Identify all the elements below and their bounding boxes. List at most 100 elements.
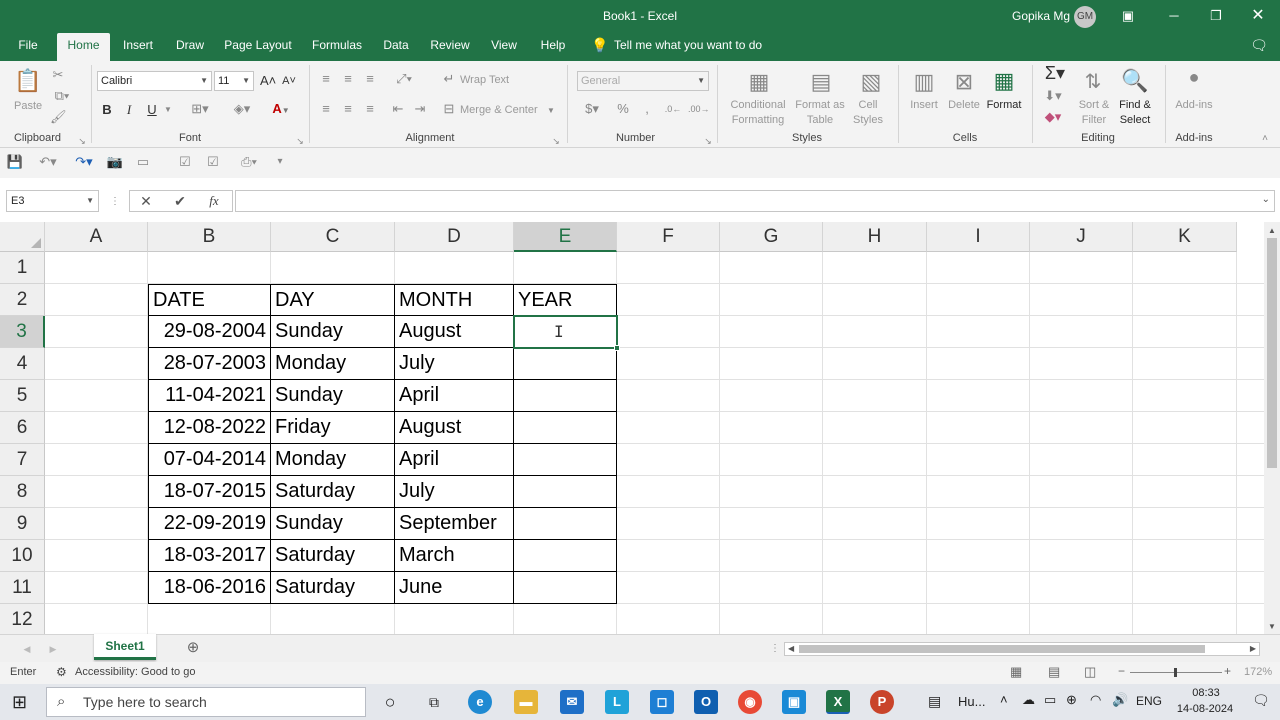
fill-color-icon[interactable]: ◈▾ <box>230 101 254 117</box>
weather-icon[interactable]: ▤ <box>928 693 941 710</box>
collapse-ribbon-icon[interactable]: ˄ <box>1258 131 1272 147</box>
column-header[interactable]: K <box>1133 222 1237 252</box>
column-header[interactable]: G <box>720 222 823 252</box>
tab-home[interactable]: Home <box>57 33 110 61</box>
zoom-out-icon[interactable]: − <box>1118 664 1125 678</box>
format-as-table-line2[interactable]: Table <box>792 114 848 126</box>
print-icon[interactable]: ⎙▾ <box>234 154 264 170</box>
row-header[interactable]: 1 <box>0 252 45 284</box>
tab-review[interactable]: Review <box>426 33 474 61</box>
cell-styles-icon[interactable]: ▧ <box>856 67 886 97</box>
zoom-in-icon[interactable]: + <box>1224 664 1231 678</box>
copy-icon[interactable]: ⧉▾ <box>50 88 74 104</box>
scroll-right-icon[interactable]: ▶ <box>1250 643 1256 655</box>
camera-icon[interactable]: 📷 <box>106 154 124 170</box>
sheet-tab-sheet1[interactable]: Sheet1 <box>94 634 156 660</box>
table-cell[interactable]: Monday <box>271 444 395 476</box>
comma-icon[interactable]: , <box>640 101 654 117</box>
wrap-text-button[interactable]: Wrap Text <box>460 74 509 86</box>
borders-icon[interactable]: ⊞▾ <box>188 101 212 117</box>
table-cell[interactable]: 22-09-2019 <box>148 508 271 540</box>
merge-center-icon[interactable]: ⊟ <box>442 101 456 117</box>
table-cell[interactable] <box>514 572 617 604</box>
table-cell[interactable] <box>514 476 617 508</box>
row-header[interactable]: 4 <box>0 348 45 380</box>
fill-icon[interactable]: ⬇▾ <box>1040 88 1066 104</box>
column-header[interactable]: C <box>271 222 395 252</box>
format-painter-icon[interactable]: 🖌 <box>50 109 67 125</box>
merge-center-button[interactable]: Merge & Center <box>460 104 538 116</box>
insert-cells-button[interactable]: Insert <box>904 99 944 111</box>
active-cell-selection[interactable] <box>513 315 618 349</box>
table-cell[interactable] <box>514 508 617 540</box>
windows-start-icon[interactable]: ⊞ <box>12 692 27 712</box>
table-cell[interactable]: September <box>395 508 514 540</box>
redo-icon[interactable]: ↷▾ <box>70 154 98 170</box>
row-header[interactable]: 3 <box>0 316 45 348</box>
comments-icon[interactable]: 🗨 <box>1248 33 1270 61</box>
chrome-icon[interactable]: ◉ <box>738 690 762 714</box>
prev-sheet-icon[interactable]: ◀ <box>22 641 32 657</box>
format-cells-button[interactable]: Format <box>984 99 1024 111</box>
paste-icon[interactable]: 📋 <box>14 67 42 95</box>
page-layout-view-icon[interactable]: ▤ <box>1048 664 1060 680</box>
select-all-corner[interactable] <box>0 222 45 252</box>
chevron-down-icon[interactable]: ⌄ <box>1262 194 1270 205</box>
clock-date[interactable]: 14-08-2024 <box>1170 703 1240 715</box>
format-cells-icon[interactable]: ▦ <box>990 65 1018 97</box>
ribbon-display-options-icon[interactable]: ▣ <box>1108 0 1148 33</box>
table-cell[interactable]: Friday <box>271 412 395 444</box>
cell-styles-line1[interactable]: Cell <box>846 99 890 111</box>
row-header[interactable]: 11 <box>0 572 45 604</box>
tell-me-search[interactable]: Tell me what you want to do <box>614 33 764 61</box>
row-header[interactable]: 9 <box>0 508 45 540</box>
align-center-icon[interactable]: ≡ <box>340 101 356 117</box>
table-cell[interactable] <box>514 380 617 412</box>
tab-insert[interactable]: Insert <box>116 33 160 61</box>
insert-function-button[interactable]: fx <box>204 193 224 209</box>
bold-button[interactable]: B <box>100 102 114 118</box>
outlook-icon[interactable]: O <box>694 690 718 714</box>
alignment-launcher-icon[interactable]: ↘ <box>552 133 560 149</box>
wrap-text-icon[interactable]: ↵ <box>442 71 456 87</box>
font-size-combo[interactable]: 11 ▼ <box>214 71 254 91</box>
column-header[interactable]: H <box>823 222 927 252</box>
app-window-icon[interactable]: ◻ <box>650 690 674 714</box>
table-cell[interactable] <box>514 540 617 572</box>
table-header-cell[interactable]: YEAR <box>514 284 617 316</box>
table-cell[interactable]: April <box>395 380 514 412</box>
sort-filter-line2[interactable]: Filter <box>1074 114 1114 126</box>
align-bottom-icon[interactable]: ≡ <box>362 71 378 87</box>
table-cell[interactable]: Sunday <box>271 508 395 540</box>
close-icon[interactable]: ✕ <box>1238 0 1278 33</box>
wifi-icon[interactable]: ◠ <box>1090 692 1101 708</box>
table-cell[interactable]: 18-07-2015 <box>148 476 271 508</box>
notifications-icon[interactable]: 🗨 <box>1252 692 1270 709</box>
cell-styles-line2[interactable]: Styles <box>846 114 890 126</box>
table-cell[interactable]: Saturday <box>271 540 395 572</box>
weather-text[interactable]: Hu... <box>958 694 985 709</box>
decrease-indent-icon[interactable]: ⇤ <box>390 101 406 117</box>
clock-time[interactable]: 08:33 <box>1176 687 1236 699</box>
tab-data[interactable]: Data <box>378 33 414 61</box>
tab-formulas[interactable]: Formulas <box>306 33 368 61</box>
scroll-left-icon[interactable]: ◀ <box>788 643 794 655</box>
column-header[interactable]: B <box>148 222 271 252</box>
maximize-icon[interactable]: ❐ <box>1196 0 1236 33</box>
column-header[interactable]: F <box>617 222 720 252</box>
font-color-icon[interactable]: A▼ <box>268 101 294 119</box>
table-cell[interactable]: 28-07-2003 <box>148 348 271 380</box>
file-explorer-icon[interactable]: ▬ <box>514 690 538 714</box>
accessibility-icon[interactable]: ⚙ <box>56 665 67 679</box>
table-cell[interactable] <box>514 412 617 444</box>
table-cell[interactable]: 11-04-2021 <box>148 380 271 412</box>
table-cell[interactable] <box>514 444 617 476</box>
table-cell[interactable]: Monday <box>271 348 395 380</box>
user-name[interactable]: Gopika Mg <box>1012 9 1070 23</box>
checkbox-icon[interactable]: ☑ <box>204 154 222 170</box>
find-select-line1[interactable]: Find & <box>1114 99 1156 111</box>
table-cell[interactable]: June <box>395 572 514 604</box>
tab-page-layout[interactable]: Page Layout <box>222 33 294 61</box>
enter-icon[interactable]: ✔ <box>172 193 188 209</box>
row-header[interactable]: 6 <box>0 412 45 444</box>
